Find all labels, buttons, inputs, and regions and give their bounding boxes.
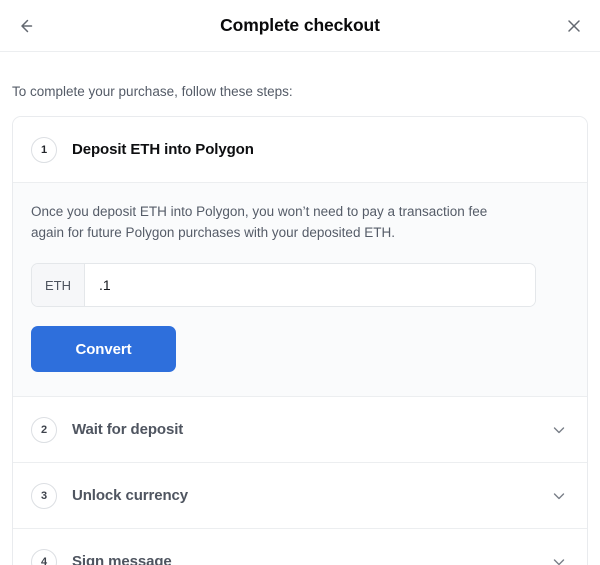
step-3-header[interactable]: 3 Unlock currency — [13, 463, 587, 529]
step-2-header[interactable]: 2 Wait for deposit — [13, 397, 587, 463]
currency-prefix-label: ETH — [32, 264, 85, 307]
convert-button[interactable]: Convert — [31, 326, 176, 373]
step-2: 2 Wait for deposit — [13, 397, 587, 464]
step-1-title: Deposit ETH into Polygon — [72, 141, 254, 159]
chevron-down-icon — [553, 558, 565, 565]
amount-input[interactable] — [85, 264, 535, 307]
amount-field-group: ETH — [31, 263, 536, 308]
page-title: Complete checkout — [220, 15, 380, 35]
step-2-number: 2 — [31, 416, 57, 443]
step-1: 1 Deposit ETH into Polygon Once you depo… — [13, 117, 587, 398]
step-3-number: 3 — [31, 482, 57, 509]
step-4-title: Sign message — [72, 553, 172, 565]
intro-text: To complete your purchase, follow these … — [12, 84, 293, 99]
step-1-header[interactable]: 1 Deposit ETH into Polygon — [13, 117, 587, 183]
chevron-down-icon — [553, 492, 565, 499]
step-2-expand-toggle[interactable] — [549, 420, 569, 440]
chevron-down-icon — [553, 426, 565, 433]
step-3: 3 Unlock currency — [13, 463, 587, 530]
step-1-content: Once you deposit ETH into Polygon, you w… — [13, 182, 587, 397]
steps-card: 1 Deposit ETH into Polygon Once you depo… — [12, 116, 588, 565]
arrow-left-icon — [21, 19, 33, 32]
modal-header: Complete checkout — [0, 0, 600, 52]
step-2-title: Wait for deposit — [72, 421, 184, 439]
close-icon — [568, 19, 580, 32]
step-1-number: 1 — [31, 136, 57, 163]
checkout-modal: Complete checkout To complete your purch… — [0, 0, 600, 565]
step-4-expand-toggle[interactable] — [549, 552, 569, 565]
step-4-number: 4 — [31, 548, 57, 565]
close-button[interactable] — [558, 10, 590, 42]
step-3-title: Unlock currency — [72, 487, 189, 505]
step-1-description: Once you deposit ETH into Polygon, you w… — [31, 204, 488, 241]
step-3-expand-toggle[interactable] — [549, 486, 569, 506]
modal-body: To complete your purchase, follow these … — [0, 52, 600, 565]
back-button[interactable] — [10, 10, 42, 42]
step-4-header[interactable]: 4 Sign message — [13, 529, 587, 565]
step-4: 4 Sign message — [13, 529, 587, 565]
